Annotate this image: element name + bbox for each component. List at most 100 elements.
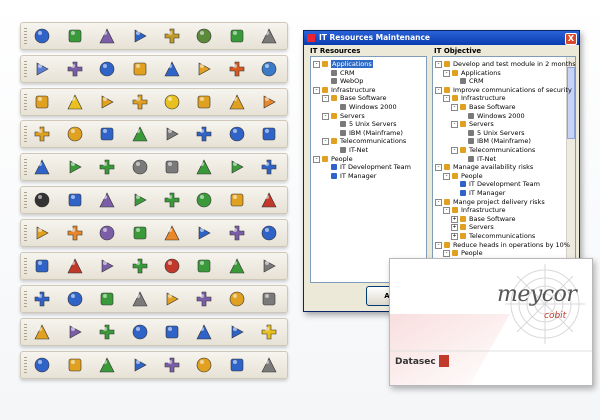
columns-icon[interactable] <box>131 257 149 275</box>
window-list-icon[interactable] <box>228 125 246 143</box>
collapse-icon[interactable]: - <box>313 155 320 163</box>
collapse-icon[interactable]: - <box>322 138 329 146</box>
flow-icon[interactable] <box>33 125 51 143</box>
calculator-icon[interactable] <box>260 60 278 78</box>
document-icon[interactable] <box>228 93 246 111</box>
hierarchy-icon[interactable] <box>98 125 116 143</box>
save-icon[interactable] <box>260 224 278 242</box>
add-group-icon[interactable] <box>98 158 116 176</box>
pen-icon[interactable] <box>33 356 51 374</box>
tree-node[interactable]: - Servers <box>313 112 426 120</box>
report-icon[interactable] <box>260 290 278 308</box>
collapse-icon[interactable]: - <box>435 86 442 94</box>
collapse-icon[interactable]: - <box>451 121 458 129</box>
tree-node[interactable]: CRM <box>313 69 426 77</box>
network-icon[interactable] <box>66 290 84 308</box>
chart-bar-icon[interactable] <box>131 158 149 176</box>
paint-icon[interactable] <box>163 356 181 374</box>
tree-node[interactable]: IT Manager <box>313 172 426 180</box>
ok-icon[interactable] <box>195 191 213 209</box>
lightning-icon[interactable] <box>228 60 246 78</box>
tree-node[interactable]: CRM <box>435 77 575 85</box>
arrow-right-circle-icon[interactable] <box>33 27 51 45</box>
collapse-icon[interactable]: - <box>313 61 320 68</box>
info-icon[interactable] <box>195 224 213 242</box>
tree-node[interactable]: IBM (Mainframe) <box>435 137 575 145</box>
folder-icon[interactable] <box>260 323 278 341</box>
person-blue-icon[interactable] <box>228 224 246 242</box>
info-arrow-icon[interactable] <box>66 257 84 275</box>
tree-node[interactable]: - Reduce heads in operations by 10% <box>435 241 575 249</box>
tree-node[interactable]: - Infrastructure <box>435 94 575 103</box>
cancel-icon[interactable] <box>195 158 213 176</box>
tree-node[interactable]: - People <box>435 249 575 258</box>
left-icon[interactable] <box>163 323 181 341</box>
collapse-icon[interactable]: - <box>435 241 442 249</box>
edit-icon[interactable] <box>228 356 246 374</box>
collapse-icon[interactable]: - <box>443 250 450 258</box>
collapse-icon[interactable]: - <box>435 164 442 172</box>
tree-node[interactable]: - Infrastructure <box>435 206 575 215</box>
plus-icon[interactable] <box>228 27 246 45</box>
double-right-icon[interactable] <box>228 323 246 341</box>
pencil-icon[interactable] <box>66 60 84 78</box>
collapse-icon[interactable]: - <box>322 95 329 103</box>
forward-icon[interactable] <box>98 93 116 111</box>
cobit-icon[interactable] <box>98 323 116 341</box>
binoculars-icon[interactable] <box>33 191 51 209</box>
tree-node[interactable]: IT Development Team <box>435 180 575 188</box>
doc-arrow-icon[interactable] <box>195 356 213 374</box>
tree-node[interactable]: - Base Software <box>435 103 575 111</box>
tree-node[interactable]: 5 Unix Servers <box>435 129 575 137</box>
tree-node[interactable]: - Applications <box>435 69 575 77</box>
person-search-icon[interactable] <box>163 60 181 78</box>
left-arrow-circle-icon[interactable] <box>66 27 84 45</box>
send-icon[interactable] <box>33 158 51 176</box>
tree-node[interactable]: - Base Software <box>313 94 426 103</box>
lock-icon[interactable] <box>98 191 116 209</box>
table-icon[interactable] <box>228 158 246 176</box>
person-blue-icon[interactable] <box>131 27 149 45</box>
arrow-right-icon[interactable] <box>260 125 278 143</box>
collapse-icon[interactable]: - <box>443 207 450 215</box>
person-key-icon[interactable] <box>98 224 116 242</box>
info-circle-icon[interactable] <box>33 257 51 275</box>
collapse-icon[interactable]: - <box>435 198 442 206</box>
close-circle-icon[interactable] <box>66 224 84 242</box>
expand-icon[interactable]: + <box>451 224 458 232</box>
cobit-icon[interactable] <box>131 125 149 143</box>
collapse-icon[interactable]: - <box>443 172 450 180</box>
chart-line-icon[interactable] <box>66 158 84 176</box>
collapse-icon[interactable]: - <box>443 69 450 77</box>
bulb-icon[interactable] <box>195 60 213 78</box>
info-add-icon[interactable] <box>228 257 246 275</box>
window-titlebar[interactable]: IT Resources Maintenance X <box>304 31 579 45</box>
double-left-icon[interactable] <box>131 323 149 341</box>
minus-icon[interactable] <box>260 27 278 45</box>
person-check-icon[interactable] <box>131 224 149 242</box>
folder-icon[interactable] <box>66 93 84 111</box>
people-group-icon[interactable] <box>98 27 116 45</box>
collapse-icon[interactable]: - <box>443 95 450 103</box>
filter-icon[interactable] <box>131 356 149 374</box>
calculator-doc-icon[interactable] <box>163 125 181 143</box>
person-green-icon[interactable] <box>163 27 181 45</box>
tree-node[interactable]: WebOp <box>313 77 426 85</box>
cobit-doc-icon[interactable] <box>98 290 116 308</box>
expand-icon[interactable]: + <box>451 215 458 223</box>
tree-node[interactable]: IT-Net <box>313 146 426 154</box>
sort-icon[interactable] <box>98 356 116 374</box>
tree-node[interactable]: - Telecommunications <box>435 146 575 154</box>
tree-node[interactable]: - People <box>435 172 575 180</box>
tools-icon[interactable] <box>98 60 116 78</box>
tree-node[interactable]: IT Manager <box>435 189 575 197</box>
tree-node[interactable]: Windows 2000 <box>313 103 426 111</box>
back-icon[interactable] <box>131 93 149 111</box>
tree-node[interactable]: - Develop and test module in 2 months <box>435 60 575 68</box>
bracket-icon[interactable] <box>195 257 213 275</box>
collapse-icon[interactable]: - <box>322 112 329 120</box>
delete-icon[interactable] <box>260 93 278 111</box>
refresh-icon[interactable] <box>163 191 181 209</box>
tree-node[interactable]: - Manage availability risks <box>435 163 575 172</box>
tree-node[interactable]: + Base Software <box>435 215 575 223</box>
